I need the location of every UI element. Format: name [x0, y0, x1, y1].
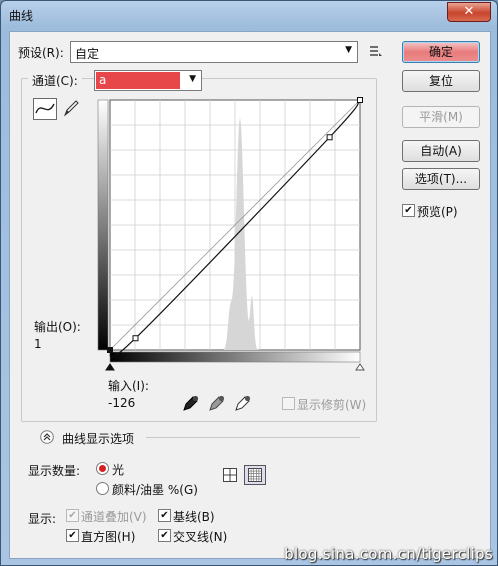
radio-light-label: 光	[112, 463, 125, 477]
preset-dropdown[interactable]: 自定 ▼	[70, 41, 358, 63]
white-eyedropper-icon[interactable]	[234, 394, 252, 412]
intersection-checkbox[interactable]: ✔	[158, 529, 171, 542]
intersection-label: 交叉线(N)	[173, 530, 228, 544]
chevron-down-icon: ▼	[189, 74, 196, 84]
preview-checkbox[interactable]: ✔	[402, 204, 415, 217]
watermark: blog.sina.com.cn/tigerclips	[284, 545, 493, 563]
radio-pigment-label: 颜料/油墨 %(G)	[112, 483, 198, 497]
baseline-checkbox[interactable]: ✔	[158, 509, 171, 522]
title-bar[interactable]: 曲线 ✕	[1, 1, 497, 29]
output-gradient-bar	[97, 99, 109, 351]
show-clipping-label: 显示修剪(W)	[297, 398, 367, 412]
curve-point[interactable]	[132, 335, 139, 342]
channel-swatch	[96, 72, 180, 89]
channel-overlay-label: 通道叠加(V)	[81, 510, 147, 524]
curve-point[interactable]	[326, 134, 333, 141]
histogram-label: 直方图(H)	[81, 530, 136, 544]
curve-point[interactable]	[107, 347, 113, 353]
display-label: 显示:	[28, 512, 57, 526]
radio-pigment[interactable]	[96, 482, 109, 495]
options-button[interactable]: 选项(T)...	[402, 168, 480, 190]
output-label: 输出(O):	[34, 320, 81, 334]
close-button[interactable]: ✕	[447, 2, 491, 22]
black-point-slider[interactable]	[105, 363, 115, 371]
show-amount-label: 显示数量:	[28, 464, 81, 478]
histogram-checkbox[interactable]: ✔	[66, 529, 79, 542]
output-value[interactable]: 1	[34, 337, 42, 351]
curve-graph[interactable]	[82, 94, 368, 404]
reset-button[interactable]: 复位	[402, 70, 480, 92]
input-gradient-bar	[109, 351, 361, 363]
curve-icon[interactable]	[33, 98, 57, 120]
auto-button[interactable]: 自动(A)	[402, 140, 480, 162]
ok-button[interactable]: 确定	[402, 41, 480, 63]
input-value[interactable]: -126	[108, 396, 135, 410]
list-menu-icon[interactable]	[368, 44, 384, 58]
smooth-button[interactable]: 平滑(M)	[402, 106, 480, 128]
preset-label: 预设(R):	[18, 46, 64, 60]
channel-dropdown[interactable]: a ▼	[94, 70, 202, 91]
pencil-icon[interactable]	[62, 98, 80, 118]
grid-10-icon[interactable]	[244, 465, 266, 485]
baseline-label: 基线(B)	[173, 510, 215, 524]
preview-label: 预览(P)	[417, 205, 458, 219]
curve-options-label[interactable]: 曲线显示选项	[62, 430, 134, 447]
preset-value: 自定	[75, 47, 100, 61]
radio-light[interactable]	[96, 462, 109, 475]
channel-label: 通道(C):	[28, 72, 82, 89]
dialog-body: 预设(R): 自定 ▼ 确定 复位 平滑(M) 自动(A) 选项(T)... ✔…	[9, 31, 491, 559]
curve-point[interactable]	[357, 97, 363, 103]
gray-eyedropper-icon[interactable]	[208, 394, 226, 412]
chevron-down-icon: ▼	[345, 45, 352, 55]
double-chevron-up-icon[interactable]	[40, 430, 54, 444]
black-eyedropper-icon[interactable]	[182, 394, 200, 412]
channel-overlay-checkbox[interactable]: ✔	[66, 509, 79, 522]
divider	[146, 437, 360, 438]
show-clipping-checkbox[interactable]	[282, 397, 295, 410]
grid-4-icon[interactable]	[222, 467, 238, 483]
channel-value: a	[99, 73, 107, 87]
input-label: 输入(I):	[108, 379, 149, 393]
white-point-slider[interactable]	[355, 363, 365, 371]
curves-dialog: 曲线 ✕ 预设(R): 自定 ▼ 确定 复位 平滑(M) 自动(A) 选项(T)…	[0, 0, 498, 566]
window-title: 曲线	[9, 9, 34, 23]
